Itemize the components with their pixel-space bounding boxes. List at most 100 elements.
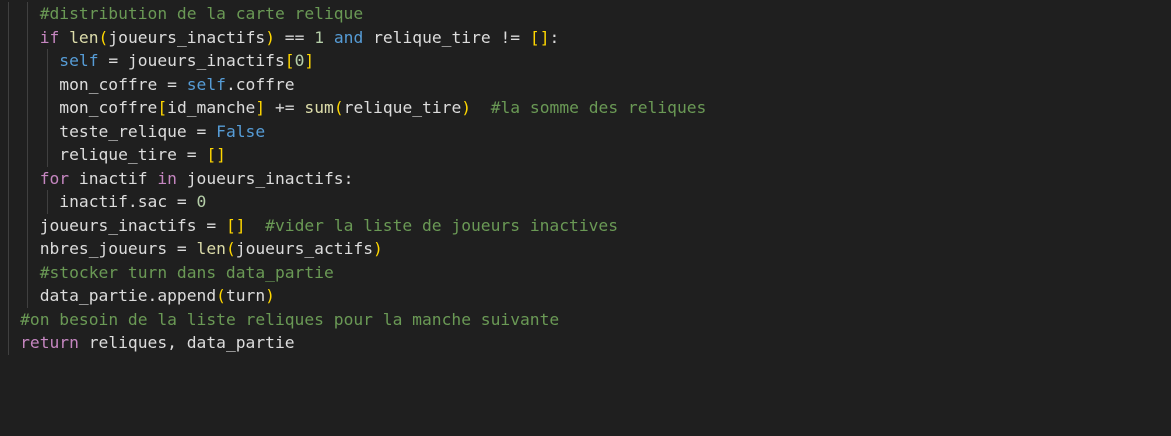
code-token: relique_tire [343,98,462,117]
indent-guide [8,49,9,73]
code-token: turn [225,286,266,305]
indent-guide [27,119,28,143]
code-area[interactable]: #distribution de la carte relique if len(… [0,2,706,355]
code-token: ( [216,286,226,305]
code-token: joueurs_inactifs: [176,168,354,188]
code-token: len [196,239,226,258]
code-line[interactable]: relique_tire = [] [0,143,706,167]
code-token: = joueurs_inactifs [98,51,285,70]
indent-guide [27,166,28,190]
code-token: 0 [196,192,207,211]
indent-guide [27,25,28,49]
code-token: ] [255,98,266,117]
indent-guide [47,72,48,96]
indent-guide [8,260,9,284]
code-token: if [39,27,60,47]
indent-guide [47,190,48,214]
indent-guide [8,119,9,143]
code-token: return [20,333,79,352]
code-token: len [69,27,99,47]
code-token: [ [284,51,295,70]
code-token: teste_relique = [59,121,217,141]
code-token: joueurs_actifs [235,239,373,258]
code-token: False [216,121,266,141]
indent-guide [47,119,48,143]
indent-guide [27,284,28,308]
indent-guide [47,49,48,73]
indent-guide [27,49,28,73]
indent-guide [8,2,9,26]
code-token: ( [225,239,236,258]
code-token: sum [304,98,334,117]
code-token: #on besoin de la liste reliques pour la … [20,309,560,329]
code-token: id_manche [167,98,256,117]
code-token: [] [529,27,550,47]
code-token: #vider la liste de joueurs inactives [265,215,619,235]
indent-guide [27,260,28,284]
code-token: self [59,51,99,70]
indent-guide [8,166,9,190]
indent-guide [47,143,48,167]
indent-guide [27,2,28,26]
code-token: ) [461,98,472,117]
code-line[interactable]: mon_coffre[id_manche] += sum(relique_tir… [0,96,706,120]
code-line[interactable]: joueurs_inactifs = [] #vider la liste de… [0,213,706,237]
code-token: relique_tire != [363,27,530,47]
code-token: ( [333,98,344,117]
code-line[interactable]: #stocker turn dans data_partie [0,260,706,284]
code-token: in [157,168,177,188]
code-token: #distribution de la carte relique [39,4,364,23]
code-line[interactable]: data_partie.append(turn) [0,284,706,308]
code-token: mon_coffre = [59,74,187,94]
code-token: ] [304,51,315,70]
code-line[interactable]: if len(joueurs_inactifs) == 1 and reliqu… [0,25,706,49]
indent-guide [8,331,9,355]
indent-guide [8,307,9,331]
indent-guide [27,213,28,237]
indent-guide [27,96,28,120]
code-token: ) [265,27,275,47]
indent-guide [8,190,9,214]
code-line[interactable]: for inactif in joueurs_inactifs: [0,166,706,190]
code-line[interactable]: #distribution de la carte relique [0,2,706,26]
code-token: inactif.sac = [59,192,197,211]
code-line[interactable]: self = joueurs_inactifs[0] [0,49,706,73]
code-line[interactable]: #on besoin de la liste reliques pour la … [0,307,706,331]
code-line[interactable]: mon_coffre = self.coffre [0,72,706,96]
code-token: 0 [294,51,305,70]
code-token: self [186,74,226,94]
indent-guide [27,143,28,167]
indent-guide [8,284,9,308]
indent-guide [8,96,9,120]
code-line[interactable]: inactif.sac = 0 [0,190,706,214]
code-token: #la somme des reliques [490,98,707,117]
indent-guide [8,143,9,167]
code-token: [ [157,98,168,117]
code-token: .coffre [225,74,295,94]
code-token: data_partie.append [39,286,217,305]
indent-guide [8,25,9,49]
code-token: : [549,27,560,47]
indent-guide [27,190,28,214]
code-token: ) [373,239,383,258]
code-token: == [275,27,315,47]
code-token: [] [206,145,226,164]
code-token: mon_coffre [59,98,158,117]
code-token: #stocker turn dans data_partie [39,262,334,282]
indent-guide [27,72,28,96]
code-token: ( [98,27,109,47]
code-token: += [265,98,305,117]
indent-guide [47,96,48,120]
indent-guide [8,237,9,261]
code-line[interactable]: teste_relique = False [0,119,706,143]
code-token: joueurs_inactifs [108,27,266,47]
indent-guide [8,72,9,96]
code-line[interactable]: nbres_joueurs = len(joueurs_actifs) [0,237,706,261]
code-line[interactable]: return reliques, data_partie [0,331,706,355]
code-editor[interactable]: #distribution de la carte relique if len(… [0,0,1171,436]
code-token: nbres_joueurs = [39,239,197,258]
code-token: relique_tire = [59,145,207,164]
